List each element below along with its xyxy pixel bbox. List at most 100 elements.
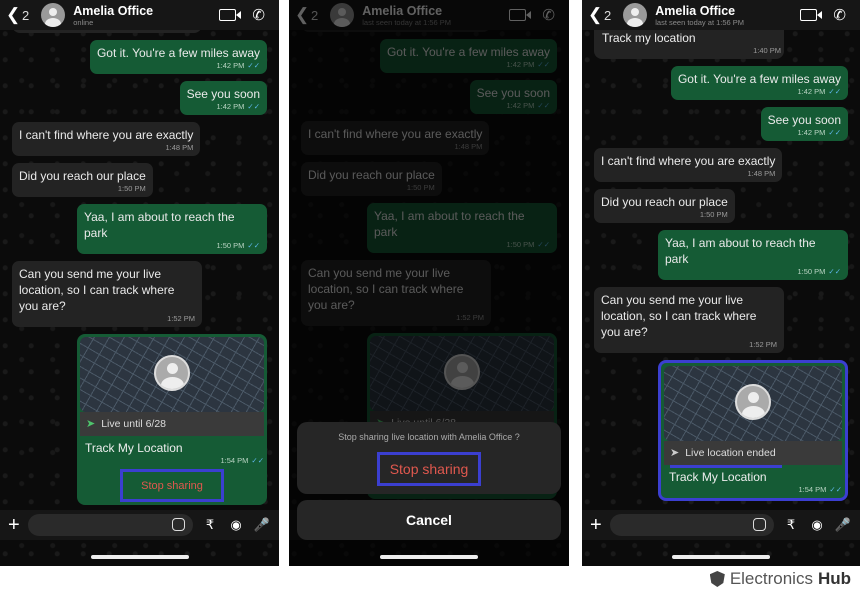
message-text: Got it. You're a few miles away [96,46,260,60]
message-bubble: I can't find where you are exactly1:48 P… [594,148,783,182]
chat-header: ❮ 2 Amelia Officelast seen today at 1:56… [582,0,860,30]
cancel-button[interactable]: Cancel [297,500,561,540]
video-call-icon[interactable] [800,9,823,21]
contact-info[interactable]: Amelia Office online [73,4,219,27]
read-receipt-icon: ✓✓ [828,128,841,137]
message-time: 1:42 PM [216,61,245,70]
avatar-pin-icon [735,384,771,420]
read-receipt-icon: ✓✓ [247,102,260,111]
contact-status: online [73,17,94,27]
message-bubble: Did you reach our place1:50 PM [12,163,153,197]
message-list: ➤Live location ended Track my location1:… [0,0,279,512]
message-time: 1:40 PM [753,46,781,55]
rupee-icon[interactable]: ₹ [201,517,219,533]
contact-name: Amelia Office [655,3,736,18]
watermark-brand: Electronics [729,569,813,588]
read-receipt-icon: ✓✓ [247,61,260,70]
message-bubble: Can you send me your live location, so I… [594,287,784,353]
video-call-icon[interactable] [219,9,242,21]
message-time: 1:50 PM [117,184,146,193]
composer: + ₹ ◉ 🎤 [0,510,279,540]
read-receipt-icon: ✓✓ [828,87,841,96]
message-bubble: See you soon1:42 PM✓✓ [760,107,848,141]
live-status-text: Live location ended [685,447,776,459]
shield-logo-icon [709,571,725,587]
message-text: See you soon [767,113,841,127]
read-receipt-icon: ✓✓ [251,456,264,465]
avatar-pin-icon [154,355,190,391]
camera-icon[interactable]: ◉ [808,517,826,533]
message-bubble: Got it. You're a few miles away1:42 PM✓✓ [670,66,848,100]
message-time: 1:54 PM [220,456,249,465]
home-indicator[interactable] [672,555,770,559]
map-preview[interactable] [664,366,842,441]
message-text: Got it. You're a few miles away [677,72,841,86]
chat-screen-3: ❮ 2 Amelia Office last seen today at 1:56… [582,0,860,566]
message-time: 1:48 PM [747,169,776,178]
avatar[interactable] [41,3,66,27]
avatar[interactable] [623,3,648,27]
message-time: 1:50 PM [699,210,728,219]
live-location-icon: ➤ [670,447,680,459]
live-location-message[interactable]: ➤ Live location ended Track My Location 1:… [658,360,848,501]
chat-screen-2: ❮ 2 Amelia Officelast seen today at 1:56… [289,0,569,566]
watermark-logo: Electronics Hub [709,569,851,589]
chevron-left-icon[interactable]: ❮ [588,5,602,25]
message-input[interactable] [27,514,193,536]
message-text: Did you reach our place [601,195,728,209]
stop-sharing-button[interactable]: Stop sharing [120,469,224,502]
chevron-left-icon[interactable]: ❮ [6,5,20,25]
message-time: 1:50 PM [216,241,245,250]
phone-icon[interactable]: ✆ [833,6,846,24]
contact-info[interactable]: Amelia Officelast seen today at 1:56 PM [655,4,800,27]
message-bubble: Got it. You're a few miles away1:42 PM✓✓ [89,40,267,74]
message-time: 1:42 PM [216,102,245,111]
message-text: Did you reach our place [19,169,146,183]
message-time: 1:52 PM [167,314,195,323]
composer: + ₹ ◉ 🎤 [582,510,860,540]
unread-count: 2 [604,7,612,23]
live-location-message[interactable]: ➤ Live until 6/28 Track My Location 1:54 P… [77,334,267,505]
message-bubble: Yaa, I am about to reach the park1:50 PM… [77,204,267,254]
microphone-icon[interactable]: 🎤 [834,517,852,533]
home-indicator[interactable] [90,555,189,559]
map-preview[interactable] [80,337,264,412]
message-text: Yaa, I am about to reach the park [665,236,816,266]
message-time: 1:52 PM [749,340,777,349]
phone-icon[interactable]: ✆ [252,6,265,24]
plus-icon[interactable]: + [590,514,602,537]
message-text: Can you send me your live location, so I… [601,293,757,339]
location-caption: Track My Location [669,470,767,484]
confirm-stop-sharing-button[interactable]: Stop sharing [376,452,482,486]
live-status: ➤ Live until 6/28 [80,412,264,436]
message-bubble: Yaa, I am about to reach the park1:50 PM… [658,230,848,280]
microphone-icon[interactable]: 🎤 [253,517,271,533]
rupee-icon[interactable]: ₹ [782,517,800,533]
chat-screen-1: ❮ 2 Amelia Officeonline ✆ ➤Live location… [0,0,279,566]
sticker-icon[interactable] [172,518,185,531]
message-bubble: Did you reach our place1:50 PM [594,189,735,223]
message-text: See you soon [186,87,260,101]
chat-header: ❮ 2 Amelia Office online ✆ [0,0,279,30]
contact-status: last seen today at 1:56 PM [655,17,745,27]
action-sheet-question: Stop sharing live location with Amelia O… [338,432,520,442]
sticker-icon[interactable] [753,518,766,531]
message-input[interactable] [609,514,774,536]
message-time: 1:42 PM [797,87,826,96]
watermark-brand-bold: Hub [817,569,851,588]
live-location-icon: ➤ [86,418,96,430]
message-bubble: See you soon1:42 PM✓✓ [179,81,267,115]
highlight-underline [670,465,782,468]
plus-icon[interactable]: + [8,514,20,537]
unread-count: 2 [22,7,30,23]
message-text: Can you send me your live location, so I… [19,267,175,313]
message-text: I can't find where you are exactly [601,154,776,168]
contact-name: Amelia Office [73,3,154,18]
camera-icon[interactable]: ◉ [227,517,245,533]
message-time: 1:54 PM [798,485,827,494]
live-status-text: Live until 6/28 [101,418,167,430]
read-receipt-icon: ✓✓ [828,267,841,276]
location-caption: Track My Location [85,441,183,455]
message-bubble: I can't find where you are exactly1:48 P… [12,122,201,156]
home-indicator[interactable] [380,555,478,559]
